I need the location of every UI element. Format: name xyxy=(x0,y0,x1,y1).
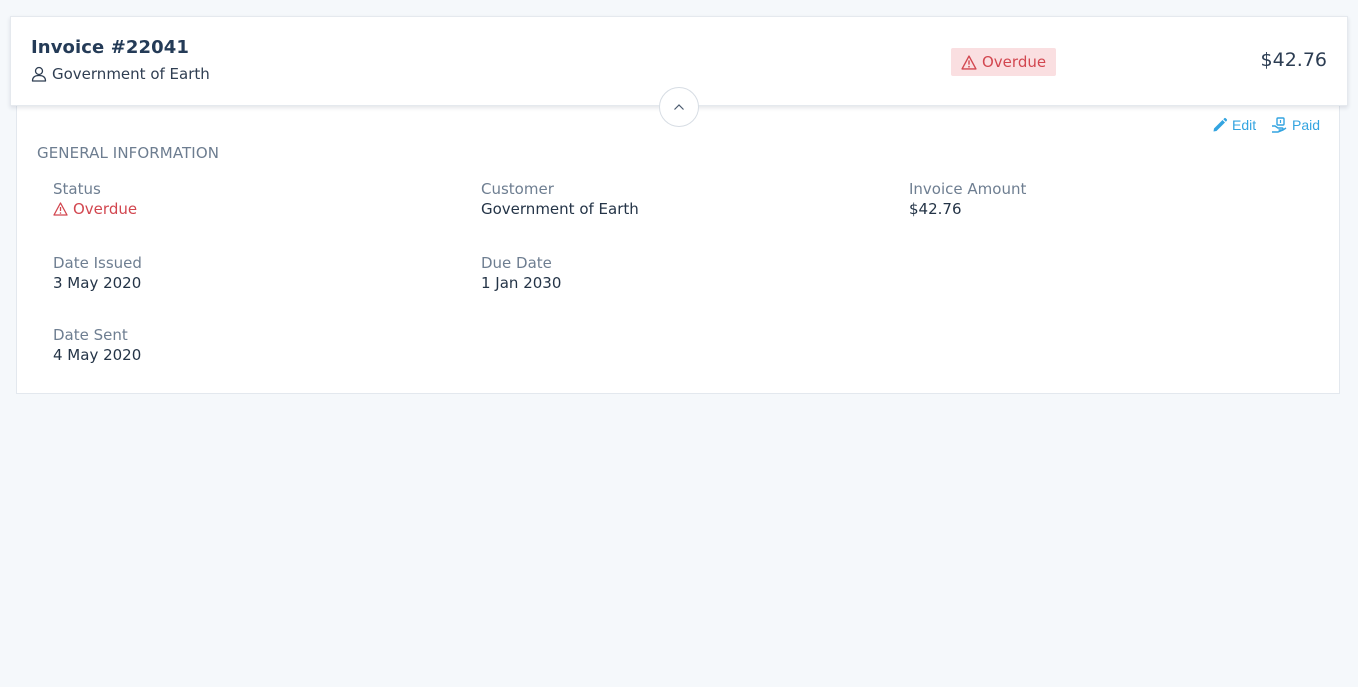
field-due-date-label: Due Date xyxy=(481,254,552,272)
warning-triangle-icon xyxy=(961,54,977,70)
hand-money-icon xyxy=(1272,117,1287,133)
section-title: GENERAL INFORMATION xyxy=(37,144,220,162)
field-invoice-amount: Invoice Amount $42.76 xyxy=(909,179,1026,219)
status-text: Overdue xyxy=(73,200,138,218)
field-date-issued-label: Date Issued xyxy=(53,254,142,272)
user-icon xyxy=(31,66,47,82)
field-date-sent-label: Date Sent xyxy=(53,326,128,344)
warning-triangle-icon xyxy=(53,202,68,216)
status-badge: Overdue xyxy=(951,48,1057,76)
invoice-title: Invoice #22041 xyxy=(31,37,190,58)
field-date-issued-value: 3 May 2020 xyxy=(53,274,142,292)
field-date-issued: Date Issued 3 May 2020 xyxy=(53,253,142,293)
invoice-details-panel: Edit Paid GENERAL INFORMATION Status Ove… xyxy=(16,96,1340,394)
field-due-date-value: 1 Jan 2030 xyxy=(481,274,562,292)
field-customer: Customer Government of Earth xyxy=(481,179,639,219)
field-status-value: Overdue xyxy=(53,199,137,219)
pencil-icon xyxy=(1213,117,1228,132)
collapse-toggle-button[interactable] xyxy=(659,87,699,127)
edit-label: Edit xyxy=(1232,117,1257,133)
field-date-sent-value: 4 May 2020 xyxy=(53,346,142,364)
header-customer-name: Government of Earth xyxy=(52,65,210,83)
status-badge-label: Overdue xyxy=(982,53,1047,71)
chevron-up-icon xyxy=(674,104,684,110)
field-due-date: Due Date 1 Jan 2030 xyxy=(481,253,561,293)
edit-button[interactable]: Edit xyxy=(1212,117,1256,133)
field-date-sent: Date Sent 4 May 2020 xyxy=(53,325,141,365)
paid-label: Paid xyxy=(1292,117,1321,133)
field-invoice-amount-label: Invoice Amount xyxy=(909,180,1027,198)
field-status: Status Overdue xyxy=(53,179,137,219)
field-customer-label: Customer xyxy=(481,180,554,198)
field-invoice-amount-value: $42.76 xyxy=(909,200,962,218)
header-amount: $42.76 xyxy=(1260,49,1327,71)
header-customer: Government of Earth xyxy=(31,65,210,83)
mark-paid-button[interactable]: Paid xyxy=(1271,117,1320,133)
field-status-label: Status xyxy=(53,180,101,198)
field-customer-value: Government of Earth xyxy=(481,200,639,218)
